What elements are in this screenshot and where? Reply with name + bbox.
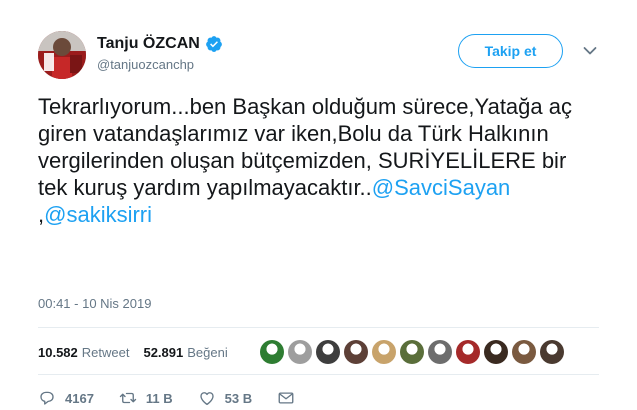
avatar-image [38,31,86,79]
like-count: 53 B [224,390,253,406]
retweet-count: 11 B [145,390,173,406]
follow-button[interactable]: Takip et [458,34,563,68]
mention-link[interactable]: @SavciSayan [372,175,511,200]
mention-link[interactable]: @sakiksirri [44,202,152,227]
verified-badge-icon [205,35,223,53]
direct-message-action[interactable] [277,389,295,407]
retweet-action[interactable]: 11 B [119,389,173,407]
liker-avatar[interactable] [288,340,312,364]
liker-avatar[interactable] [316,340,340,364]
divider [38,374,599,375]
liker-avatar[interactable] [344,340,368,364]
retweets-label[interactable]: Retweet [82,345,130,360]
likes-label[interactable]: Beğeni [187,345,227,360]
author-display-name[interactable]: Tanju ÖZCAN [97,35,200,53]
liker-avatar[interactable] [512,340,536,364]
liker-avatar[interactable] [372,340,396,364]
engagement-stats: 10.582 Retweet 52.891 Beğeni [38,342,228,362]
tweet-actions: 4167 11 B 53 B [38,389,320,407]
liker-avatar[interactable] [260,340,284,364]
author-avatar[interactable] [38,31,86,79]
author-info: Tanju ÖZCAN @tanjuozcanchp [97,35,223,72]
chevron-down-icon[interactable] [583,43,597,55]
liker-avatar[interactable] [540,340,564,364]
tweet-header: Tanju ÖZCAN @tanjuozcanchp Takip et [38,31,608,79]
envelope-icon [278,392,294,404]
retweet-icon [119,392,137,404]
heart-icon [199,392,214,406]
reply-action[interactable]: 4167 [38,389,94,407]
retweets-count[interactable]: 10.582 [38,345,78,360]
liker-avatar[interactable] [400,340,424,364]
liker-avatar[interactable] [456,340,480,364]
reply-count: 4167 [65,390,94,406]
liker-avatar[interactable] [484,340,508,364]
reply-icon [40,391,54,405]
likes-count[interactable]: 52.891 [143,345,183,360]
author-handle[interactable]: @tanjuozcanchp [97,57,223,72]
divider [38,327,599,328]
tweet-text: Tekrarlıyorum...ben Başkan olduğum sürec… [38,93,598,228]
liker-avatars [260,340,564,364]
tweet-timestamp[interactable]: 00:41 - 10 Nis 2019 [38,296,151,311]
liker-avatar[interactable] [428,340,452,364]
like-action[interactable]: 53 B [198,389,252,407]
